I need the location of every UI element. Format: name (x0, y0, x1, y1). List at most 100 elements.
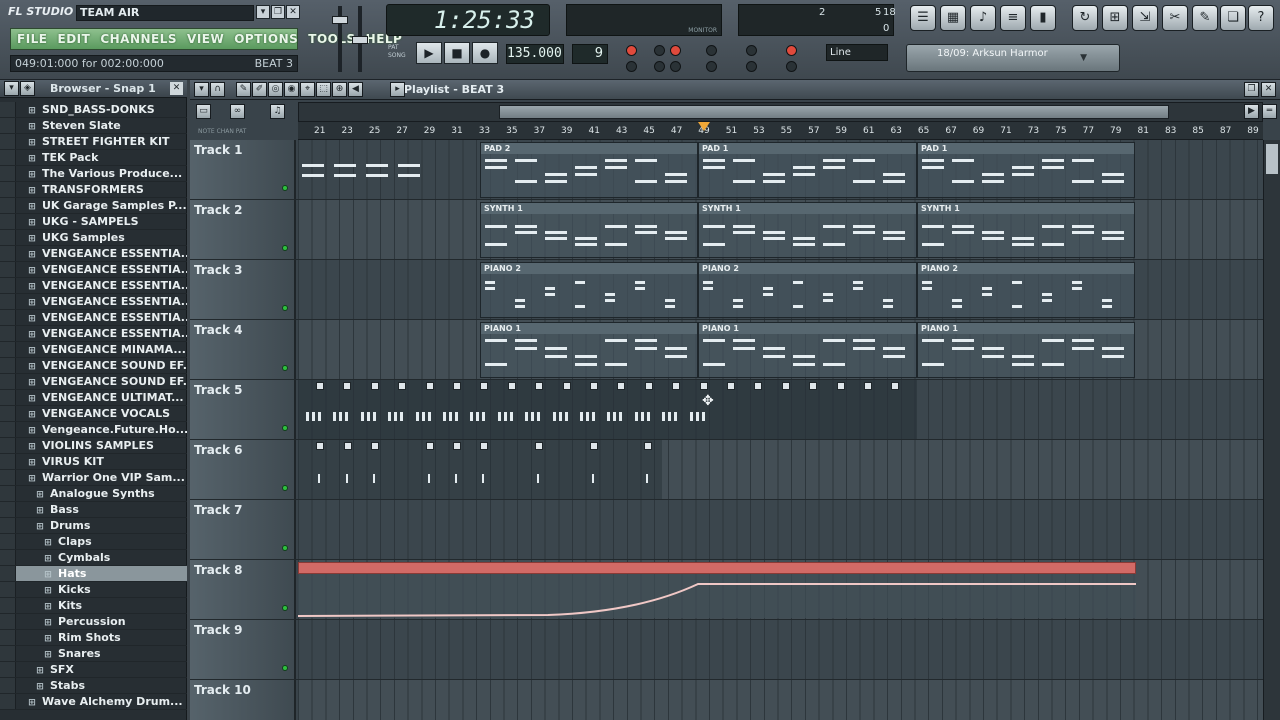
browser-icon[interactable]: ≡ (1000, 5, 1026, 31)
clip-marker[interactable] (754, 382, 763, 390)
browser-item[interactable]: ⊞ Vengeance.Future.Ho... (0, 422, 187, 438)
typing-keyboard-toggle[interactable] (626, 45, 637, 56)
browser-close-icon[interactable]: ✕ (170, 82, 183, 95)
browser-item[interactable]: ⊞ STREET FIGHTER KIT (0, 134, 187, 150)
browser-item[interactable]: ⊞ The Various Produce... (0, 166, 187, 182)
paint-tool-icon[interactable]: ✐ (252, 82, 267, 97)
browser-item[interactable]: ⊞ VENGEANCE ULTIMAT... (0, 390, 187, 406)
pattern-number[interactable]: 9 (572, 44, 608, 64)
folder-icon[interactable]: ⊞ (42, 647, 54, 661)
folder-icon[interactable]: ⊞ (26, 151, 38, 165)
step-edit-toggle[interactable] (654, 45, 665, 56)
pattern-clip[interactable]: PAD 2 (480, 142, 698, 198)
track-lane[interactable]: SYNTH 1 SYNTH 1 SYNTH 1 (298, 200, 1263, 259)
browser-item[interactable]: ⊞ Steven Slate (0, 118, 187, 134)
folder-icon[interactable]: ⊞ (26, 343, 38, 357)
browser-item[interactable]: ⊞ Drums (0, 518, 187, 534)
clip-marker[interactable] (535, 442, 543, 450)
browser-item[interactable]: ⊞ Analogue Synths (0, 486, 187, 502)
vertical-scrollbar[interactable] (1263, 140, 1280, 720)
save-icon[interactable]: ⊞ (1102, 5, 1128, 31)
zoom-tool-icon[interactable]: ⊕ (332, 82, 347, 97)
browser-item[interactable]: ⊞ VENGEANCE MINAMA... (0, 342, 187, 358)
folder-icon[interactable]: ⊞ (34, 519, 46, 533)
track-lane[interactable] (298, 680, 1263, 720)
restore-icon[interactable]: ❐ (271, 5, 285, 19)
folder-icon[interactable]: ⊞ (26, 231, 38, 245)
playlist-icon[interactable]: ☰ (910, 5, 936, 31)
folder-icon[interactable]: ⊞ (26, 375, 38, 389)
blend-notes-toggle[interactable] (670, 61, 681, 72)
song-info-panel[interactable]: 18/09: Arksun Harmor ▼ (906, 44, 1120, 72)
browser-item[interactable]: ⊞ VENGEANCE ESSENTIA... (0, 326, 187, 342)
folder-icon[interactable]: ⊞ (26, 359, 38, 373)
clip-marker[interactable] (644, 442, 652, 450)
clip-marker[interactable] (316, 442, 324, 450)
folder-icon[interactable]: ⊞ (34, 487, 46, 501)
wait-toggle[interactable] (654, 61, 665, 72)
pattern-clip[interactable]: PIANO 2 (698, 262, 917, 318)
scroll-right-icon[interactable]: ▶ (1244, 104, 1259, 119)
track-mute-led[interactable] (282, 365, 288, 371)
countdown-toggle[interactable] (670, 45, 681, 56)
clip-marker[interactable] (809, 382, 818, 390)
track-lane[interactable] (298, 560, 1263, 619)
track-lane[interactable] (298, 380, 1263, 439)
clip-marker[interactable] (672, 382, 681, 390)
dropdown-icon[interactable]: ▼ (1080, 53, 1087, 63)
punch-toggle[interactable] (786, 61, 797, 72)
track-lane[interactable]: PAD 2 PAD 1 PAD 1 (298, 140, 1263, 199)
menu-edit[interactable]: EDIT (58, 32, 91, 46)
folder-icon[interactable]: ⊞ (42, 535, 54, 549)
browser-item[interactable]: ⊞ Kits (0, 598, 187, 614)
browser-item[interactable]: ⊞ Kicks (0, 582, 187, 598)
track-mute-led[interactable] (282, 245, 288, 251)
track-label[interactable]: Track 9 (190, 620, 296, 679)
clip-marker[interactable] (617, 382, 626, 390)
pattern-clip[interactable]: PIANO 1 (480, 322, 698, 378)
master-volume-slider[interactable] (332, 6, 348, 72)
browser-item[interactable]: ⊞ UK Garage Samples P... (0, 198, 187, 214)
horizontal-scrollbar[interactable] (298, 102, 1263, 122)
pattern-clip[interactable]: PIANO 2 (480, 262, 698, 318)
folder-icon[interactable]: ⊞ (42, 551, 54, 565)
folder-icon[interactable]: ⊞ (26, 471, 38, 485)
clip-marker[interactable] (316, 382, 324, 390)
folder-icon[interactable]: ⊞ (26, 135, 38, 149)
folder-icon[interactable]: ⊞ (42, 599, 54, 613)
browser-item[interactable]: ⊞ TRANSFORMERS (0, 182, 187, 198)
menu-file[interactable]: FILE (17, 32, 48, 46)
pattern-clip[interactable]: SYNTH 1 (917, 202, 1135, 258)
clip-marker[interactable] (562, 382, 571, 390)
folder-icon[interactable]: ⊞ (26, 119, 38, 133)
master-pitch-slider[interactable] (352, 6, 368, 72)
track-lane[interactable] (298, 500, 1263, 559)
browser-item[interactable]: ⊞ VENGEANCE SOUND EF... (0, 358, 187, 374)
track-label[interactable]: Track 4 (190, 320, 296, 379)
piano-roll-icon[interactable]: ♪ (970, 5, 996, 31)
folder-icon[interactable]: ⊞ (34, 503, 46, 517)
clip-marker[interactable] (371, 442, 379, 450)
track-mute-led[interactable] (282, 545, 288, 551)
folder-icon[interactable]: ⊞ (26, 167, 38, 181)
folder-icon[interactable]: ⊞ (26, 391, 38, 405)
track-mute-led[interactable] (282, 485, 288, 491)
play-icon[interactable]: ▶ (416, 42, 442, 64)
multilink-toggle[interactable] (706, 45, 717, 56)
clip-marker[interactable] (480, 442, 488, 450)
minimize-icon[interactable]: ▾ (256, 5, 270, 19)
pattern-clip[interactable]: SYNTH 1 (698, 202, 917, 258)
playhead-marker-icon[interactable] (698, 122, 710, 131)
drum-clip[interactable] (298, 380, 917, 439)
help-icon[interactable]: ? (1248, 5, 1274, 31)
menu-view[interactable]: VIEW (187, 32, 224, 46)
automation-clip[interactable] (298, 562, 1136, 618)
delete-tool-icon[interactable]: ◎ (268, 82, 283, 97)
track-mute-led[interactable] (282, 425, 288, 431)
slice-tool-icon[interactable]: ⌖ (300, 82, 315, 97)
scroll-thumb[interactable] (499, 105, 1169, 119)
clip-marker[interactable] (453, 382, 461, 390)
recording-toggle[interactable] (786, 45, 797, 56)
pattern-clip[interactable]: PAD 1 (917, 142, 1135, 198)
pattern-clip[interactable]: SYNTH 1 (480, 202, 698, 258)
